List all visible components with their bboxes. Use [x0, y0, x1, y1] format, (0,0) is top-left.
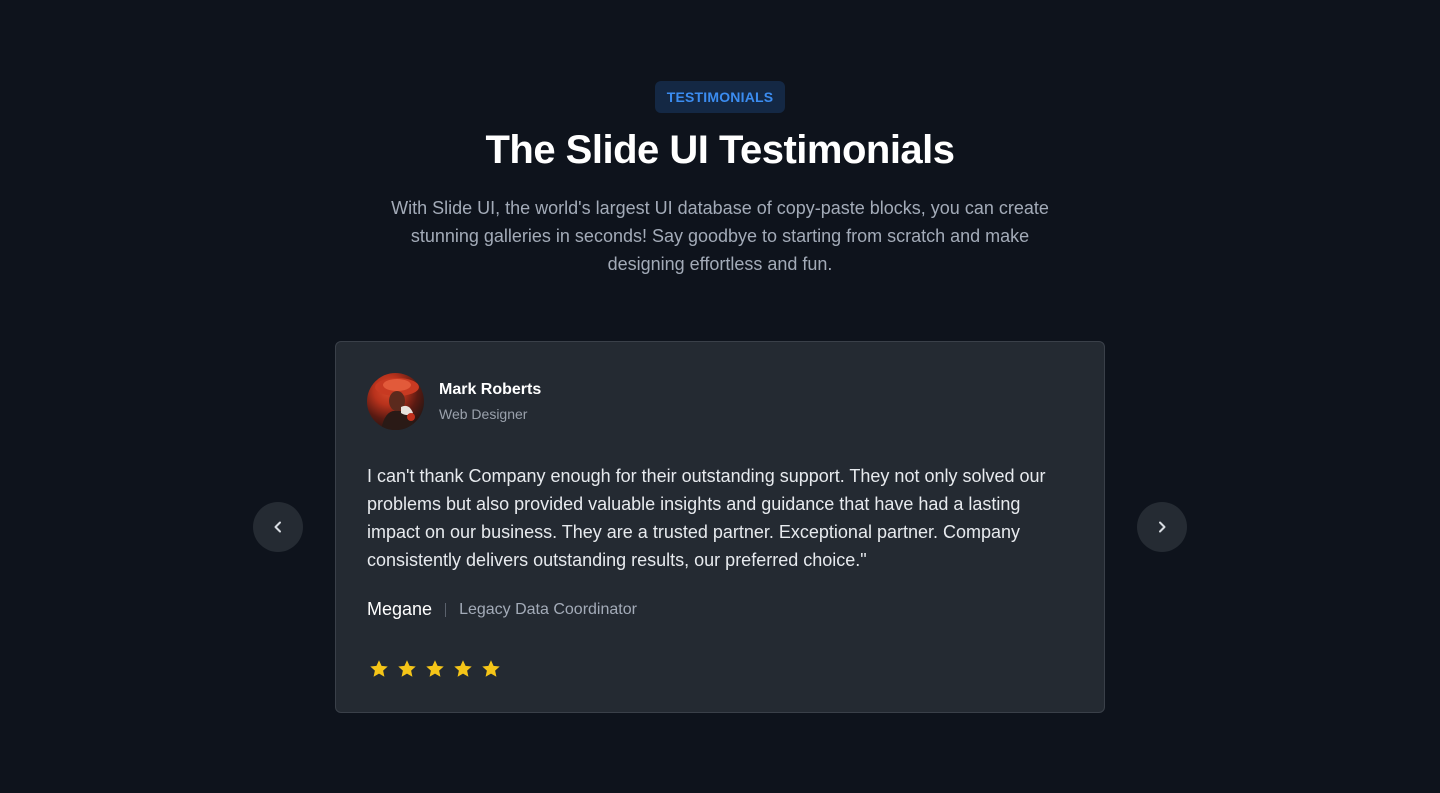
author-role: Web Designer: [439, 406, 528, 422]
chevron-right-icon: [1159, 521, 1166, 533]
previous-testimonial-button[interactable]: [253, 502, 303, 552]
star-icon: [426, 660, 444, 677]
star-icon: [398, 660, 416, 677]
testimonial-card: Mark Roberts Web Designer I can't thank …: [335, 341, 1105, 713]
star-icon: [454, 660, 472, 677]
section-subtitle: With Slide UI, the world's largest UI da…: [391, 198, 1049, 274]
author-name: Mark Roberts: [439, 381, 542, 398]
star-rating: [368, 658, 502, 680]
testimonials-section: TESTIMONIALS The Slide UI Testimonials W…: [0, 0, 1440, 793]
section-badge: TESTIMONIALS: [655, 81, 785, 113]
chevron-left-icon: [274, 521, 281, 533]
reviewer: Megane Legacy Data Coordinator: [367, 599, 637, 620]
section-title: The Slide UI Testimonials: [485, 128, 955, 172]
next-testimonial-button[interactable]: [1137, 502, 1187, 552]
star-icon: [370, 660, 388, 677]
star-icon: [482, 660, 500, 677]
reviewer-role: Legacy Data Coordinator: [459, 600, 637, 618]
author-avatar: [367, 373, 424, 430]
testimonial-quote: I can't thank Company enough for their o…: [367, 466, 1046, 570]
reviewer-name: Megane: [367, 599, 433, 619]
reviewer-divider: [445, 602, 447, 617]
